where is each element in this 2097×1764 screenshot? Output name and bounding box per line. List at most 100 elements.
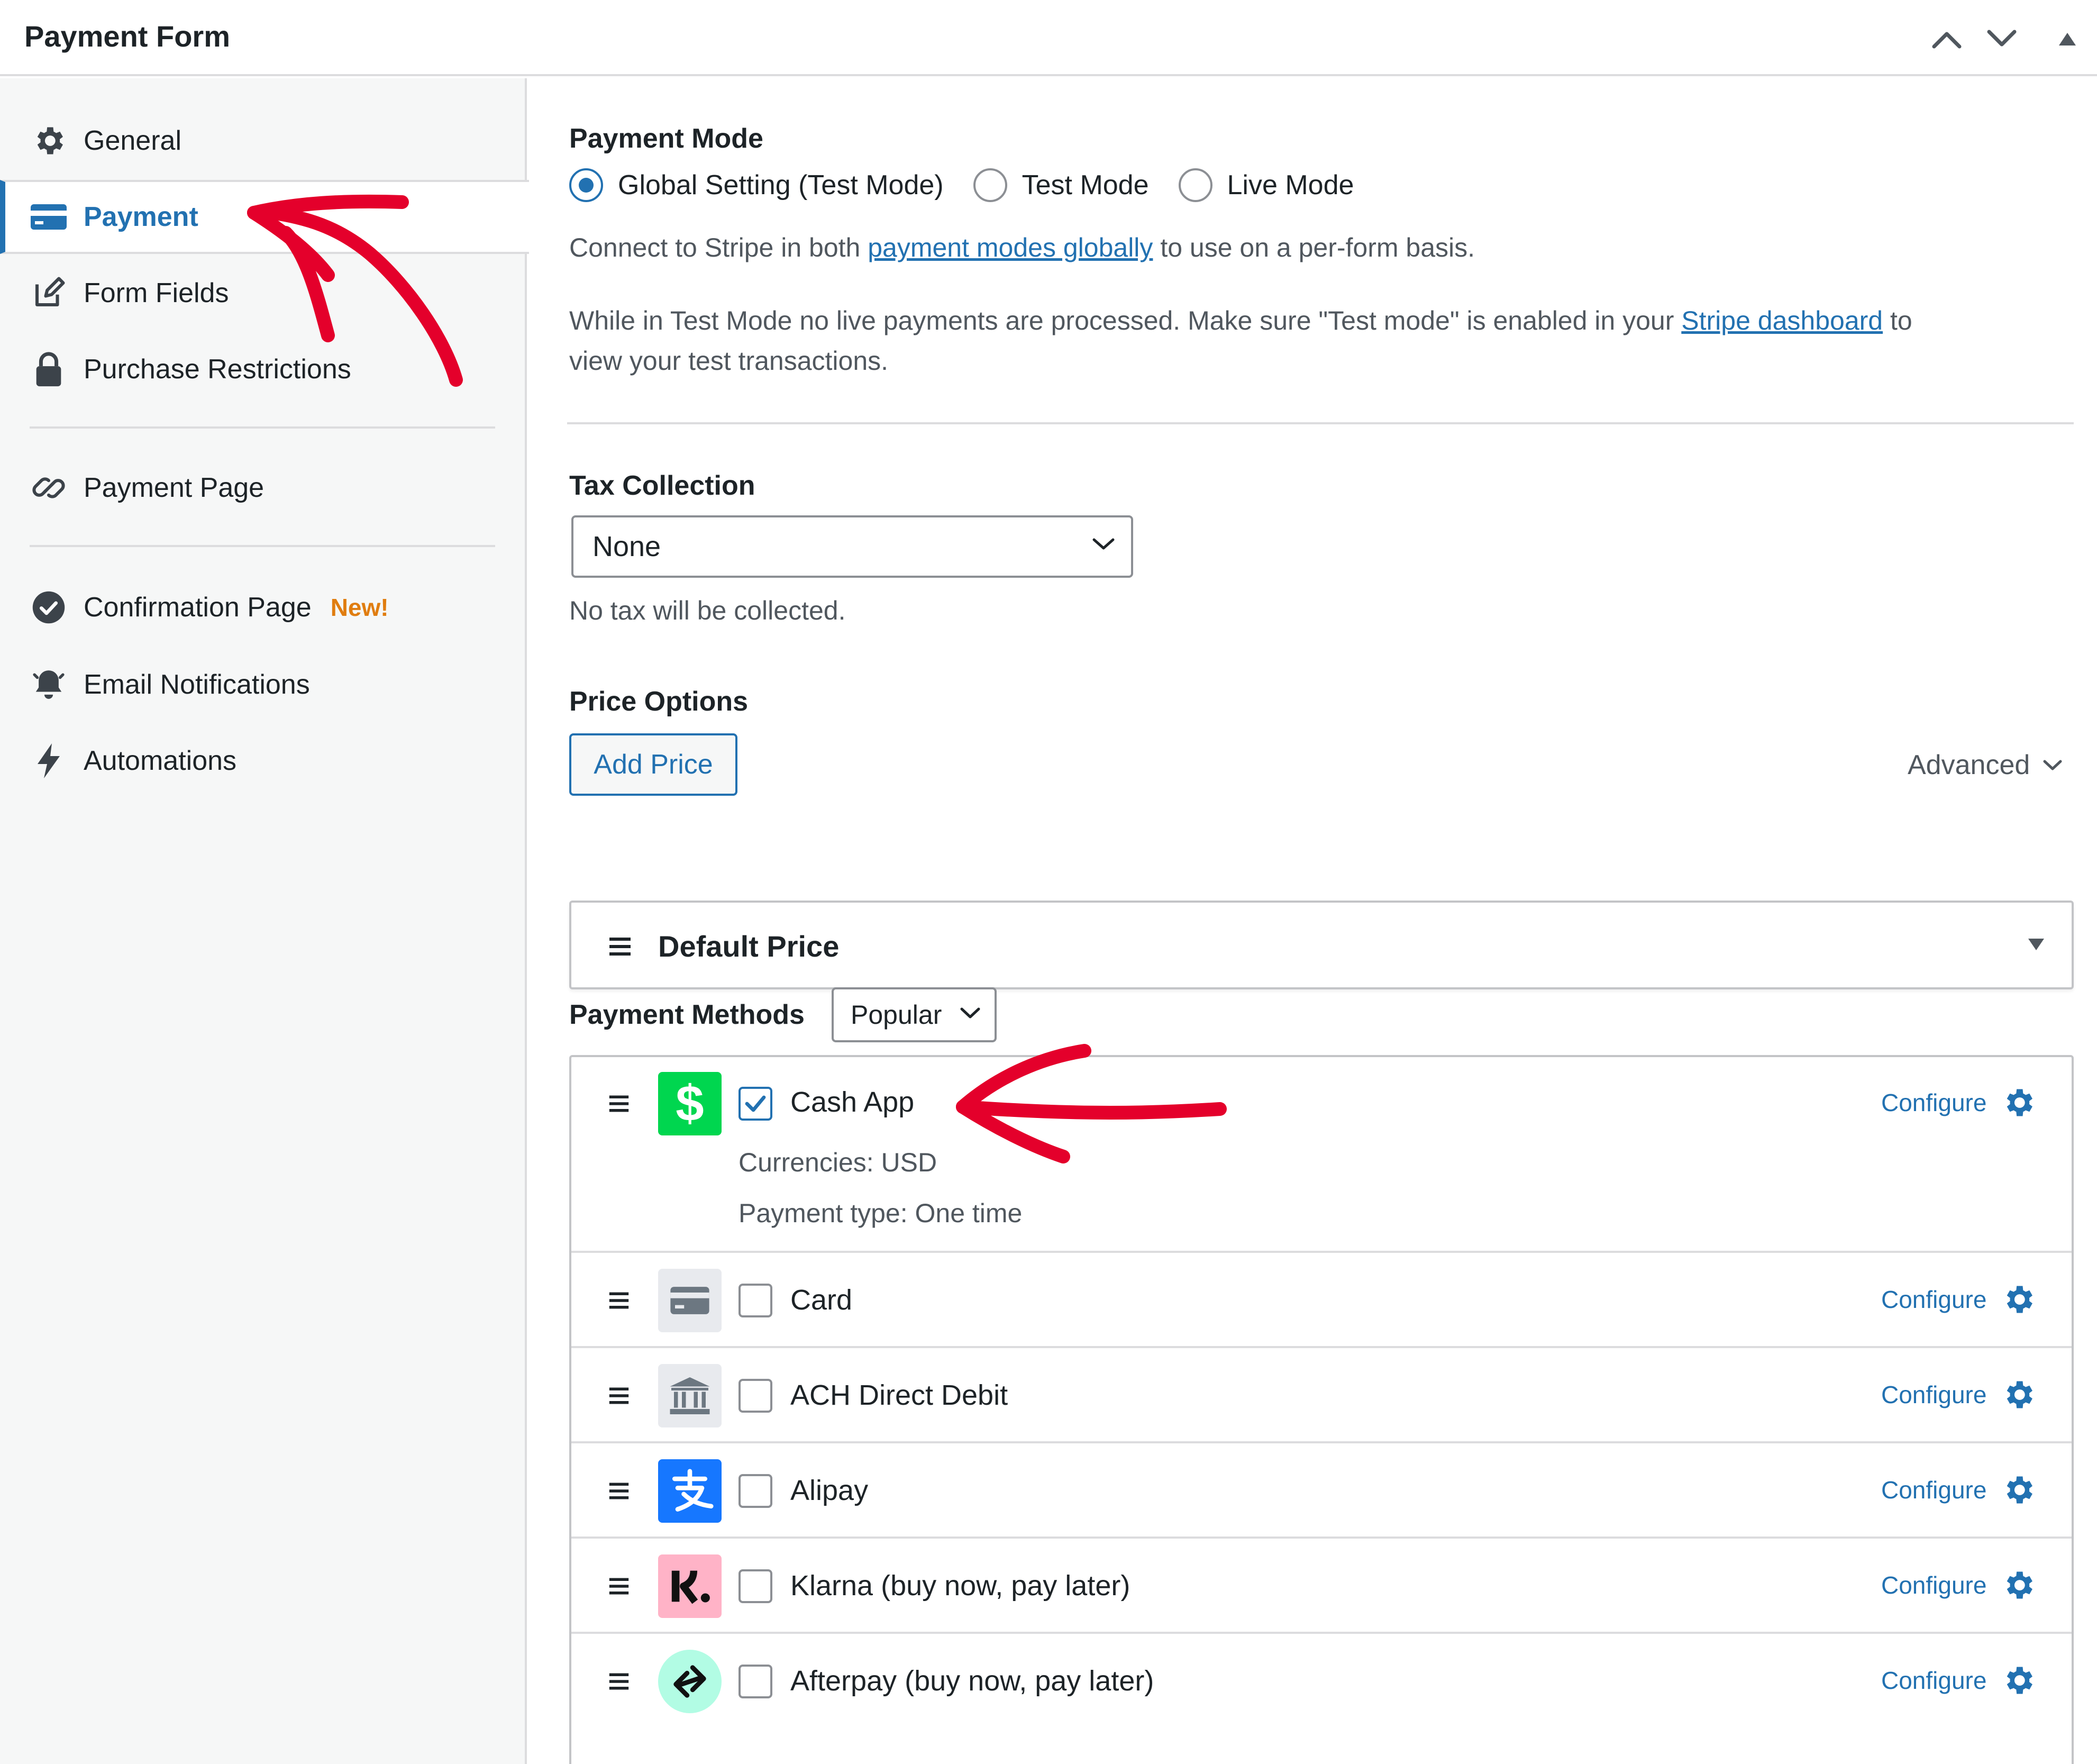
note-text: to <box>1883 306 1912 335</box>
select-value: None <box>592 531 661 562</box>
payment-method-cash-app[interactable]: $ Cash App Currencies: USD Payment type:… <box>571 1057 2072 1253</box>
payment-settings-panel: Payment Mode Global Setting (Test Mode) … <box>529 78 2097 1764</box>
sidebar-item-general[interactable]: General <box>0 104 527 178</box>
sidebar-item-email-notifications[interactable]: Email Notifications <box>0 648 527 722</box>
new-badge: New! <box>330 594 389 621</box>
drag-handle-icon <box>609 938 631 956</box>
payment-method-name: Card <box>790 1284 853 1316</box>
sidebar-item-purchase-restrictions[interactable]: Purchase Restrictions <box>0 332 527 406</box>
help-text: to use on a per-form basis. <box>1153 233 1475 262</box>
sidebar-item-label: Payment <box>84 202 198 232</box>
alipay-checkbox[interactable] <box>738 1474 772 1508</box>
sidebar-item-label: Form Fields <box>84 278 229 308</box>
sidebar-item-payment[interactable]: Payment <box>0 180 529 254</box>
drag-handle-icon <box>609 1292 629 1309</box>
drag-handle-icon <box>609 1673 629 1690</box>
payment-modes-link[interactable]: payment modes globally <box>868 233 1153 262</box>
tax-collection-select[interactable]: None <box>571 515 1133 578</box>
payment-method-card[interactable]: Card Configure <box>571 1253 2072 1348</box>
ach-checkbox[interactable] <box>738 1379 772 1413</box>
tax-collection-title: Tax Collection <box>569 470 755 501</box>
payment-type-text: Payment type: One time <box>738 1198 1023 1228</box>
advanced-label: Advanced <box>1908 750 2030 780</box>
link-icon <box>30 469 68 507</box>
sidebar-item-payment-page[interactable]: Payment Page <box>0 451 527 525</box>
alipay-logo <box>658 1459 722 1523</box>
gear-icon <box>30 122 68 160</box>
select-value: Popular <box>851 1000 942 1030</box>
panel-title: Payment Form <box>24 20 230 53</box>
edit-icon <box>30 274 68 312</box>
payment-methods-title: Payment Methods <box>569 999 805 1030</box>
payment-method-name: Klarna (buy now, pay later) <box>790 1570 1130 1602</box>
help-text: Connect to Stripe in both <box>569 233 868 262</box>
configure-button[interactable]: Configure <box>1881 1377 2036 1413</box>
sidebar-item-label: Email Notifications <box>84 669 310 700</box>
sidebar-divider <box>30 426 495 429</box>
klarna-logo <box>658 1554 722 1618</box>
configure-label: Configure <box>1881 1381 1987 1408</box>
payment-method-ach[interactable]: ACH Direct Debit Configure <box>571 1348 2072 1443</box>
bell-icon <box>30 666 68 704</box>
configure-label: Configure <box>1881 1089 1987 1116</box>
klarna-icon <box>671 1570 710 1604</box>
sidebar-item-automations[interactable]: Automations <box>0 724 527 798</box>
sidebar-item-label: Payment Page <box>84 472 265 503</box>
move-up-button[interactable] <box>1926 18 1968 60</box>
drag-handle-icon <box>609 1095 629 1112</box>
credit-card-icon <box>670 1287 709 1314</box>
payment-method-name: Afterpay (buy now, pay later) <box>790 1665 1154 1697</box>
radio-button[interactable] <box>569 168 603 202</box>
note-text: view your test transactions. <box>569 346 889 376</box>
payment-method-name: Cash App <box>790 1086 915 1118</box>
radio-test-mode[interactable]: Test Mode <box>973 168 1149 202</box>
radio-label: Global Setting (Test Mode) <box>618 170 944 201</box>
triangle-up-icon <box>2059 33 2076 46</box>
collapse-panel-button[interactable] <box>2046 18 2089 60</box>
advanced-toggle[interactable]: Advanced <box>1908 749 2063 781</box>
checkmark-icon <box>745 1095 766 1112</box>
payment-methods-list: $ Cash App Currencies: USD Payment type:… <box>569 1055 2074 1764</box>
payment-method-alipay[interactable]: Alipay Configure <box>571 1443 2072 1539</box>
radio-label: Test Mode <box>1022 170 1149 201</box>
radio-button[interactable] <box>1178 168 1212 202</box>
payment-method-afterpay[interactable]: Afterpay (buy now, pay later) Configure <box>571 1634 2072 1729</box>
klarna-checkbox[interactable] <box>738 1569 772 1603</box>
move-down-button[interactable] <box>1981 18 2023 60</box>
test-mode-note: While in Test Mode no live payments are … <box>569 301 2082 381</box>
configure-button[interactable]: Configure <box>1881 1662 2036 1698</box>
radio-live-mode[interactable]: Live Mode <box>1178 168 1354 202</box>
payment-methods-filter[interactable]: Popular <box>832 987 997 1042</box>
add-price-button[interactable]: Add Price <box>569 733 737 796</box>
chevron-up-icon <box>1932 32 1962 49</box>
gear-icon <box>2007 1476 2033 1504</box>
payment-mode-title: Payment Mode <box>569 123 763 154</box>
sidebar-item-form-fields[interactable]: Form Fields <box>0 256 527 330</box>
section-divider <box>567 422 2074 424</box>
radio-global-setting[interactable]: Global Setting (Test Mode) <box>569 168 944 202</box>
configure-button[interactable]: Configure <box>1881 1085 2036 1121</box>
cash-app-logo: $ <box>658 1072 722 1135</box>
radio-button[interactable] <box>973 168 1007 202</box>
payment-mode-options: Global Setting (Test Mode) Test Mode Liv… <box>569 168 1383 202</box>
drag-handle-icon <box>609 1578 629 1595</box>
default-price-row[interactable]: Default Price <box>569 901 2074 989</box>
cash-app-checkbox[interactable] <box>738 1087 772 1121</box>
afterpay-checkbox[interactable] <box>738 1665 772 1698</box>
configure-button[interactable]: Configure <box>1881 1567 2036 1603</box>
afterpay-icon <box>673 1665 706 1698</box>
gear-icon <box>2007 1667 2033 1694</box>
payment-method-klarna[interactable]: Klarna (buy now, pay later) Configure <box>571 1539 2072 1634</box>
triangle-down-icon <box>2028 939 2044 950</box>
sidebar-item-confirmation-page[interactable]: Confirmation Page New! <box>0 570 527 644</box>
price-options-title: Price Options <box>569 686 749 717</box>
chevron-down-icon <box>2043 760 2062 770</box>
configure-button[interactable]: Configure <box>1881 1472 2036 1508</box>
drag-handle-icon <box>609 1483 629 1499</box>
stripe-dashboard-link[interactable]: Stripe dashboard <box>1681 306 1883 335</box>
card-checkbox[interactable] <box>738 1284 772 1317</box>
configure-button[interactable]: Configure <box>1881 1281 2036 1317</box>
gear-icon <box>2007 1089 2033 1116</box>
drag-handle-icon <box>609 1387 629 1404</box>
payment-mode-help: Connect to Stripe in both payment modes … <box>569 228 1475 268</box>
